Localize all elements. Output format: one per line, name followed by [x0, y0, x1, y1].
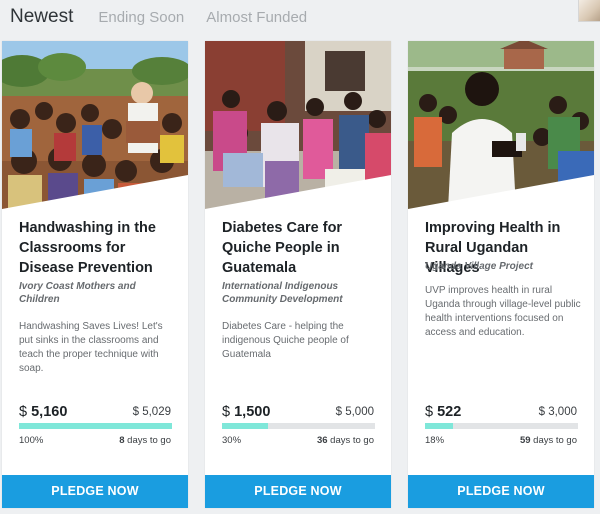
project-photo-uganda-village[interactable]: [408, 41, 594, 209]
project-organization[interactable]: Uganda Village Project: [425, 260, 585, 273]
amount-raised: $ 1,500: [222, 404, 270, 420]
progress-bar: [425, 423, 578, 429]
project-photo-quiche-women[interactable]: [205, 41, 391, 209]
days-number: 59: [519, 435, 531, 446]
corner-thumbnail-image[interactable]: [578, 0, 600, 22]
tab-ending-soon[interactable]: Ending Soon: [98, 9, 184, 26]
tab-newest[interactable]: Newest: [10, 6, 73, 28]
filter-tabs: Newest Ending Soon Almost Funded: [10, 6, 329, 32]
project-title[interactable]: Handwashing in the Classrooms for Diseas…: [19, 218, 179, 278]
project-card-uganda: Improving Health in Rural Ugandan Villag…: [408, 41, 594, 508]
percent-funded: 30%: [222, 435, 242, 446]
days-text: days to go: [330, 435, 374, 446]
project-organization[interactable]: International Indigenous Community Devel…: [222, 280, 382, 306]
project-card-handwashing: Handwashing in the Classrooms for Diseas…: [2, 41, 188, 508]
days-text: days to go: [533, 435, 577, 446]
days-remaining: 8 days to go: [119, 435, 171, 446]
progress-fill: [425, 423, 453, 429]
project-card-diabetes: Diabetes Care for Quiche People in Guate…: [205, 41, 391, 508]
days-text: days to go: [127, 435, 171, 446]
pledge-now-button[interactable]: PLEDGE NOW: [205, 475, 391, 508]
raised-value: 1,500: [234, 404, 271, 420]
percent-funded: 100%: [19, 435, 44, 446]
amount-raised: $ 5,160: [19, 404, 67, 420]
project-photo-children-ivory-coast[interactable]: [2, 41, 188, 209]
funding-goal: $ 3,000: [538, 406, 577, 418]
project-title[interactable]: Diabetes Care for Quiche People in Guate…: [222, 218, 382, 278]
project-organization[interactable]: Ivory Coast Mothers and Children: [19, 280, 179, 306]
funding-goal: $ 5,000: [335, 406, 374, 418]
project-description: Handwashing Saves Lives! Let's put sinks…: [19, 321, 163, 374]
pledge-now-button[interactable]: PLEDGE NOW: [2, 475, 188, 508]
tab-almost-funded[interactable]: Almost Funded: [206, 9, 307, 26]
days-remaining: 36 days to go: [317, 435, 374, 446]
days-number: 36: [316, 435, 328, 446]
days-number: 8: [119, 435, 125, 446]
raised-value: 5,160: [31, 404, 68, 420]
progress-bar: [222, 423, 375, 429]
funding-goal: $ 5,029: [132, 406, 171, 418]
raised-currency: $: [19, 404, 28, 420]
percent-funded: 18%: [425, 435, 445, 446]
progress-fill: [19, 423, 172, 429]
raised-value: 522: [437, 404, 462, 420]
progress-bar: [19, 423, 172, 429]
pledge-now-button[interactable]: PLEDGE NOW: [408, 475, 594, 508]
days-remaining: 59 days to go: [520, 435, 577, 446]
raised-currency: $: [425, 404, 434, 420]
project-description: UVP improves health in rural Uganda thro…: [425, 285, 581, 338]
raised-currency: $: [222, 404, 231, 420]
progress-fill: [222, 423, 268, 429]
amount-raised: $ 522: [425, 404, 461, 420]
project-description: Diabetes Care - helping the indigenous Q…: [222, 321, 349, 360]
